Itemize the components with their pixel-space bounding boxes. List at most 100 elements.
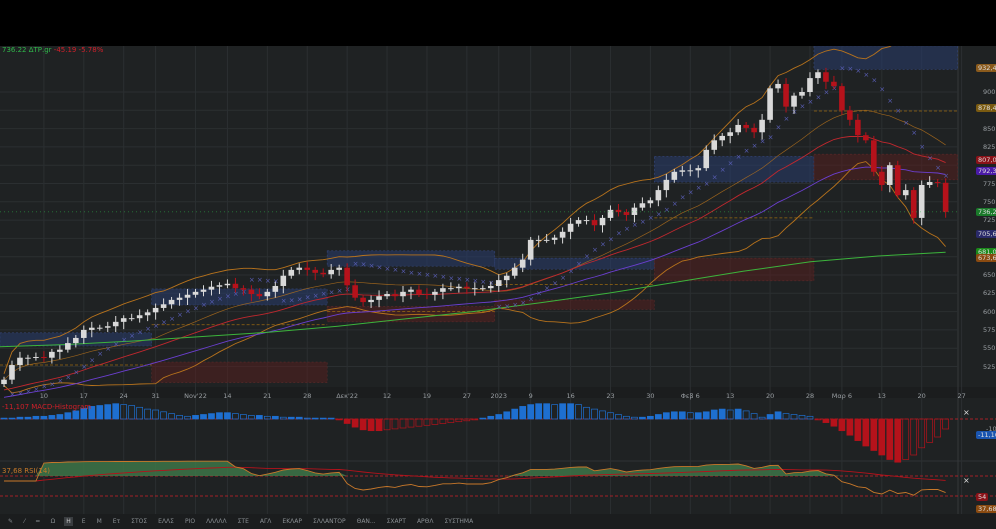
candle-down	[392, 294, 398, 297]
macd-bar	[72, 410, 80, 420]
candle-down	[424, 294, 430, 296]
price-badge: 792,30	[976, 166, 996, 175]
date-tick-label: 28	[303, 392, 312, 400]
sar-marker: ×	[648, 214, 654, 222]
sar-marker: ×	[895, 107, 901, 115]
sar-marker: ×	[528, 296, 534, 304]
rsi-overbought-fill	[4, 461, 946, 476]
toolbar-button[interactable]: ΕΚΛΑΡ	[280, 517, 304, 526]
toolbar-button[interactable]: Ε	[80, 517, 88, 526]
candle-up	[631, 207, 638, 215]
macd-bar	[583, 406, 590, 420]
sar-marker: ×	[512, 301, 518, 309]
candle-up	[647, 200, 654, 204]
rsi-close-icon[interactable]: ×	[963, 476, 970, 485]
sar-marker: ×	[89, 357, 95, 365]
toolbar-button[interactable]: ΣΥΣΤΗΜΑ	[443, 517, 476, 526]
toolbar-button[interactable]: Ω	[49, 517, 58, 526]
candle-up	[136, 315, 143, 319]
sar-marker: ×	[377, 263, 383, 271]
candle-up	[655, 190, 662, 201]
sar-marker: ×	[169, 315, 175, 323]
macd-bar	[399, 418, 407, 429]
price-change: -45.19 -5.78%	[53, 46, 104, 54]
sar-marker: ×	[616, 230, 622, 238]
toolbar-button[interactable]: ═	[34, 517, 42, 526]
macd-bar	[256, 415, 263, 420]
candle-up	[567, 223, 574, 232]
macd-bar	[287, 416, 295, 420]
sar-marker: ×	[664, 206, 670, 214]
macd-bar	[391, 418, 399, 430]
toolbar-button[interactable]: ✎	[6, 517, 15, 526]
macd-bar	[8, 417, 16, 420]
macd-bar	[830, 418, 838, 427]
toolbar-button[interactable]: ΑΓΛ	[258, 517, 274, 526]
sar-marker: ×	[97, 350, 103, 358]
sar-marker: ×	[17, 389, 23, 397]
candle-down	[320, 272, 326, 275]
toolbar-button[interactable]: ΛΛΛΛΛ	[204, 517, 229, 526]
macd-bar	[160, 411, 167, 420]
toolbar-button[interactable]: ΣΧΑΡΤ	[385, 517, 408, 526]
toolbar-button[interactable]: Η	[64, 517, 73, 526]
candle-up	[519, 259, 526, 268]
sar-marker: ×	[879, 86, 885, 94]
candle-up	[687, 170, 694, 172]
sar-marker: ×	[520, 299, 526, 307]
price-badge: 673,6	[976, 253, 996, 262]
macd-bar	[343, 418, 351, 424]
macd-bar	[431, 418, 439, 425]
sar-marker: ×	[919, 143, 925, 151]
macd-bar	[503, 411, 511, 420]
sar-marker: ×	[281, 297, 287, 305]
sar-marker: ×	[640, 218, 646, 226]
toolbar-button[interactable]: ΣΛΛΑΝΤΟΡ	[311, 517, 348, 526]
candle-up	[288, 269, 295, 276]
sar-marker: ×	[935, 164, 941, 172]
chart-area[interactable]: × × × × × × × × × × × × × × × × × × × × × × × × × × × × × × × × × × × × × × × ×…	[0, 46, 996, 529]
rsi-badge: 37,68	[976, 505, 996, 513]
toolbar-button[interactable]: ΕΛΛΣ	[156, 517, 176, 526]
date-tick-label: Δεκ'22	[336, 392, 359, 400]
sar-marker: ×	[672, 200, 678, 208]
sar-marker: ×	[121, 336, 127, 344]
candle-down	[847, 110, 853, 120]
candle-up	[81, 329, 87, 338]
toolbar-button[interactable]: ΣΤΟΣ	[129, 517, 149, 526]
toolbar-button[interactable]: Ετ	[111, 517, 122, 526]
sar-marker: ×	[456, 275, 462, 283]
sar-marker: ×	[927, 154, 933, 162]
candle-up	[551, 237, 558, 240]
toolbar-button[interactable]: ⁄	[22, 517, 27, 526]
sar-marker: ×	[385, 265, 391, 273]
candle-up	[735, 124, 741, 133]
toolbar-button[interactable]: ΘΑΝ...	[355, 517, 378, 526]
candle-up	[208, 286, 215, 290]
candle-down	[863, 135, 869, 141]
macd-bar	[104, 404, 112, 420]
sar-marker: ×	[688, 188, 694, 196]
sar-marker: ×	[592, 246, 598, 254]
date-tick-label: Μαρ 6	[831, 392, 853, 400]
candle-up	[503, 275, 510, 281]
toolbar-button[interactable]: ΡΙΟ	[183, 517, 197, 526]
toolbar-button[interactable]: ΣΤΕ	[236, 517, 251, 526]
toolbar-button[interactable]: ΑΡΘΛ	[415, 517, 436, 526]
toolbar-button[interactable]: Μ	[95, 517, 104, 526]
macd-close-icon[interactable]: ×	[963, 408, 970, 417]
candle-up	[128, 318, 135, 320]
date-tick-label: 20	[917, 392, 926, 400]
macd-bar	[862, 418, 870, 447]
date-tick-label: 28	[805, 392, 815, 400]
macd-bar	[910, 418, 918, 456]
sar-marker: ×	[424, 271, 430, 279]
macd-bar	[447, 418, 455, 423]
chart-canvas[interactable]: × × × × × × × ××××××××× × × × × × × × × × × × × ×× × × ×× × × × × × ×…	[0, 46, 996, 529]
sar-marker: ×	[752, 142, 758, 150]
date-tick-label: 13	[877, 392, 886, 400]
sar-marker: ×	[209, 298, 215, 306]
candle-up	[65, 343, 71, 350]
candle-up	[96, 327, 103, 329]
sar-marker: ×	[145, 325, 151, 333]
